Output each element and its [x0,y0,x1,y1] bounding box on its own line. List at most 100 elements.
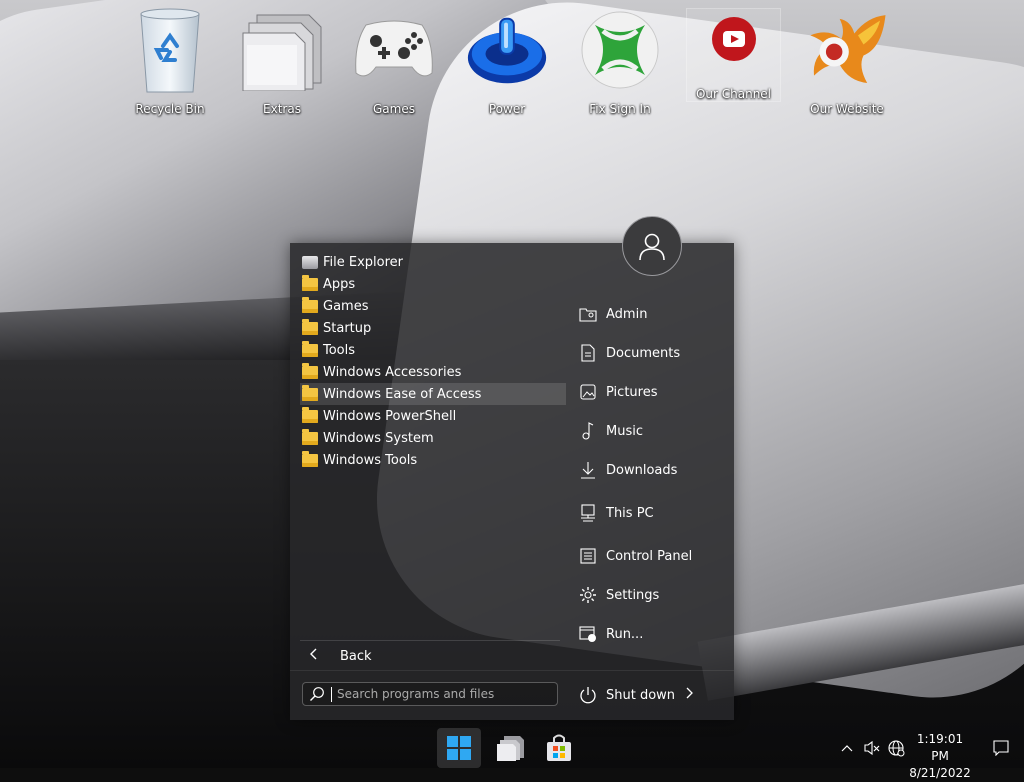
chevron-up-icon [841,745,853,752]
desktop-icon-our-website[interactable]: Our Website [797,6,897,124]
desktop-icon-recycle-bin[interactable]: Recycle Bin [120,6,220,124]
place-run[interactable]: Run... [578,622,728,646]
folder-stack-icon [238,6,326,94]
desktop-icon-games[interactable]: Games [344,6,444,124]
search-input[interactable] [337,687,537,701]
program-list: File Explorer Apps Games Startup Tools W… [300,251,566,471]
folder-icon [302,340,318,357]
divider [290,670,734,671]
place-this-pc[interactable]: This PC [578,501,728,525]
place-label: Pictures [606,384,658,400]
start-menu: File Explorer Apps Games Startup Tools W… [290,216,734,720]
place-label: Documents [606,345,681,361]
chevron-right-icon[interactable] [685,687,693,703]
place-pictures[interactable]: Pictures [578,380,728,404]
recycle-bin-icon [126,6,214,94]
gear-icon [578,585,598,605]
program-label: Apps [323,276,356,292]
desktop-icon-extras[interactable]: Extras [232,6,332,124]
notifications-button[interactable] [990,728,1012,768]
program-folder-tools[interactable]: Tools [300,339,566,361]
program-folder-windows-ease-of-access[interactable]: Windows Ease of Access [300,383,566,405]
file-explorer-icon [497,736,524,761]
program-folder-windows-system[interactable]: Windows System [300,427,566,449]
file-explorer-taskbar-button[interactable] [489,728,533,768]
control-panel-icon [578,546,598,566]
folder-icon [302,362,318,379]
clock-time: 1:19:01 PM [916,732,964,763]
shutdown-label: Shut down [606,687,676,703]
program-folder-windows-accessories[interactable]: Windows Accessories [300,361,566,383]
place-label: Admin [606,306,648,322]
user-avatar[interactable] [622,216,682,276]
windows-logo-icon [447,736,471,760]
program-label: Windows Tools [323,452,418,468]
start-button[interactable] [437,728,481,768]
desktop-icon-label: Recycle Bin [135,102,205,116]
program-file-explorer[interactable]: File Explorer [300,251,566,273]
file-explorer-icon [302,255,318,269]
divider [300,640,560,641]
globe-icon [888,740,905,757]
desktop-icon-fix-sign-in[interactable]: Fix Sign In [570,6,670,124]
place-label: Settings [606,587,660,603]
place-documents[interactable]: Documents [578,341,728,365]
youtube-icon [690,9,778,69]
picture-icon [578,382,598,402]
program-label: Startup [323,320,372,336]
place-downloads[interactable]: Downloads [578,458,728,482]
program-label: Windows Ease of Access [323,386,482,402]
document-icon [578,343,598,363]
volume-muted-button[interactable] [862,728,882,768]
folder-icon [302,274,318,291]
place-label: Music [606,423,643,439]
notification-icon [993,740,1009,756]
program-label: Windows PowerShell [323,408,457,424]
folder-icon [302,318,318,335]
shutdown-button[interactable]: Shut down [578,683,708,707]
folder-icon [302,384,318,401]
folder-icon [302,450,318,467]
desktop-icon-power[interactable]: Power [457,6,557,124]
text-caret [331,686,332,702]
desktop-icon-label: Fix Sign In [589,102,651,116]
user-folder-icon [578,304,598,324]
program-folder-windows-powershell[interactable]: Windows PowerShell [300,405,566,427]
place-admin[interactable]: Admin [578,302,728,326]
program-label: File Explorer [323,254,404,270]
search-box[interactable] [302,682,558,706]
store-icon [547,734,571,761]
place-settings[interactable]: Settings [578,583,728,607]
user-icon [639,233,665,261]
computer-icon [578,503,598,523]
download-icon [578,460,598,480]
program-folder-startup[interactable]: Startup [300,317,566,339]
place-label: Downloads [606,462,678,478]
place-control-panel[interactable]: Control Panel [578,544,728,568]
program-label: Games [323,298,369,314]
search-icon [303,686,331,702]
store-taskbar-button[interactable] [537,728,581,768]
place-label: Run... [606,626,644,642]
back-button[interactable]: Back [300,645,562,667]
show-hidden-icons-button[interactable] [838,728,856,768]
power-icon [463,6,551,94]
folder-icon [302,296,318,313]
back-label: Back [340,648,372,664]
volume-muted-icon [864,740,880,756]
desktop-icon-label: Our Channel [695,87,772,101]
music-note-icon [578,421,598,441]
program-folder-apps[interactable]: Apps [300,273,566,295]
program-label: Windows System [323,430,434,446]
gamepad-icon [350,6,438,94]
desktop-icon-label: Power [488,102,526,116]
clock[interactable]: 1:19:01 PM 8/21/2022 [908,731,972,782]
desktop-icon-our-channel[interactable]: Our Channel [686,8,781,102]
place-music[interactable]: Music [578,419,728,443]
place-label: Control Panel [606,548,693,564]
taskbar: 1:19:01 PM 8/21/2022 [0,728,1024,780]
program-folder-windows-tools[interactable]: Windows Tools [300,449,566,471]
program-folder-games[interactable]: Games [300,295,566,317]
network-button[interactable] [886,728,906,768]
folder-icon [302,406,318,423]
